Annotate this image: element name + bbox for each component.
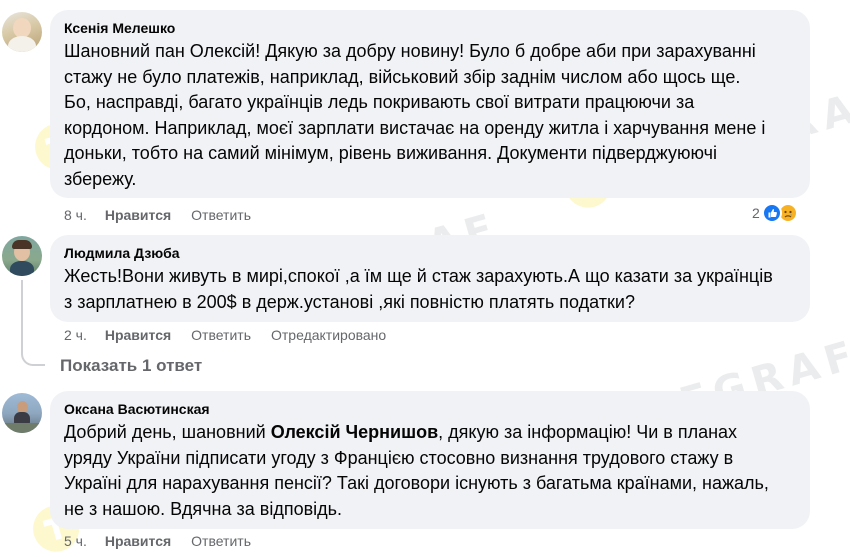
reply-button[interactable]: Ответить [191,326,251,344]
comment-text: Жесть!Вони живуть в мирі,спокої ,а їм ще… [64,266,773,312]
like-button[interactable]: Нравится [105,532,171,550]
comment-bubble: Оксана Васютинская Добрий день, шановний… [50,391,810,529]
comment-actions: 8 ч. Нравится Ответить [64,206,271,224]
comment-text: Шановний пан Олексій! Дякую за добру нов… [64,41,766,189]
reaction-count: 2 [752,205,760,221]
comment-timestamp[interactable]: 5 ч. [64,532,87,550]
reaction-summary[interactable]: 2 [752,203,798,223]
comment-actions: 2 ч. Нравится Ответить Отредактировано [64,326,386,344]
mention-link[interactable]: Олексій Чернишов [271,422,438,442]
avatar[interactable] [2,12,42,52]
like-reaction-icon [761,203,782,223]
comment-timestamp[interactable]: 2 ч. [64,326,87,344]
comment-author[interactable]: Ксенія Мелешко [64,19,796,37]
comment-text: Добрий день, шановний Олексій Чернишов, … [64,422,769,519]
edited-label: Отредактировано [271,327,387,343]
comment-author[interactable]: Людмила Дзюба [64,244,796,262]
like-button[interactable]: Нравится [105,326,171,344]
show-replies-link[interactable]: Показать 1 ответ [60,356,202,376]
comment-bubble: Людмила Дзюба Жесть!Вони живуть в мирі,с… [50,235,810,322]
thread-connector [21,342,45,366]
reply-button[interactable]: Ответить [191,532,251,550]
like-button[interactable]: Нравится [105,206,171,224]
avatar[interactable] [2,393,42,433]
comment-timestamp[interactable]: 8 ч. [64,206,87,224]
comment-actions: 5 ч. Нравится Ответить [64,532,271,550]
comment-author[interactable]: Оксана Васютинская [64,400,796,418]
reply-button[interactable]: Ответить [191,206,251,224]
comment-bubble: Ксенія Мелешко Шановний пан Олексій! Дяк… [50,10,810,198]
thread-line [21,280,23,350]
avatar[interactable] [2,236,42,276]
